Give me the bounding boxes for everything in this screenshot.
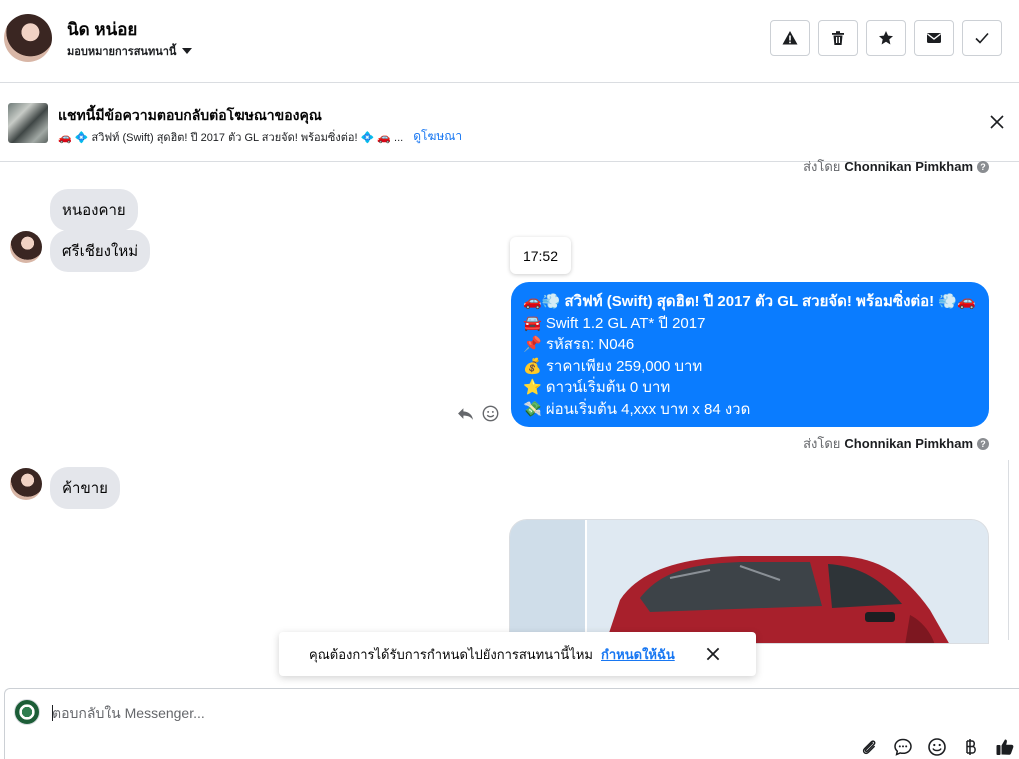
composer-tools bbox=[859, 737, 1015, 757]
sent-by-name: Chonnikan Pimkham bbox=[844, 436, 973, 451]
ad-banner-title: แชทนี้มีข้อความตอบกลับต่อโฆษณาของคุณ bbox=[58, 107, 322, 123]
car-photo bbox=[510, 520, 988, 643]
star-button[interactable] bbox=[866, 20, 906, 56]
paperclip-icon[interactable] bbox=[859, 737, 879, 757]
message-line: 🚘 Swift 1.2 GL AT* ปี 2017 bbox=[523, 314, 706, 332]
message-actions bbox=[457, 405, 499, 422]
incoming-message[interactable]: ค้าขาย bbox=[50, 467, 120, 509]
star-icon bbox=[879, 31, 893, 45]
sent-by-name: Chonnikan Pimkham bbox=[844, 159, 973, 174]
assign-label: มอบหมายการสนทนานี้ bbox=[67, 46, 177, 58]
message-line: 💸 ผ่อนเริ่มต้น 4,xxx บาท x 84 งวด bbox=[523, 400, 751, 418]
assign-to-me-link[interactable]: กำหนดให้ฉัน bbox=[601, 644, 675, 665]
incoming-message[interactable]: ศรีเชียงใหม่ bbox=[50, 230, 151, 272]
close-icon[interactable] bbox=[704, 645, 722, 663]
message-line: 📌 รหัสรถ: N046 bbox=[523, 336, 635, 353]
outgoing-image-message[interactable] bbox=[509, 519, 989, 644]
baht-icon[interactable] bbox=[961, 737, 981, 757]
help-icon[interactable]: ? bbox=[977, 437, 989, 450]
warning-icon bbox=[782, 31, 798, 45]
reply-icon[interactable] bbox=[457, 405, 474, 422]
emoji-reaction-icon[interactable] bbox=[482, 405, 499, 422]
reply-input[interactable] bbox=[52, 702, 952, 724]
ad-snippet-row: 🚗 💠 สวิฟท์ (Swift) สุดฮิต! ปี 2017 ตัว G… bbox=[58, 127, 462, 146]
header-actions bbox=[770, 20, 1002, 56]
mark-unread-button[interactable] bbox=[914, 20, 954, 56]
assign-prompt-toast: คุณต้องการได้รับการกำหนดไปยังการสนทนานี้… bbox=[279, 632, 756, 676]
contact-name[interactable]: นิด หน่อย bbox=[67, 16, 137, 43]
conversation-header: นิด หน่อย มอบหมายการสนทนานี้ bbox=[0, 0, 1019, 83]
incoming-message[interactable]: หนองคาย bbox=[50, 189, 138, 231]
mark-done-button[interactable] bbox=[962, 20, 1002, 56]
chat-bubble-icon[interactable] bbox=[893, 737, 913, 757]
message-line: 💰 ราคาเพียง 259,000 บาท bbox=[523, 357, 703, 375]
close-banner-button[interactable] bbox=[987, 112, 1007, 132]
sent-by-prefix: ส่งโดย bbox=[803, 436, 841, 451]
text-cursor bbox=[52, 705, 53, 721]
envelope-icon bbox=[927, 33, 941, 43]
check-icon bbox=[975, 32, 989, 44]
help-icon[interactable]: ? bbox=[977, 160, 989, 173]
sent-by-prefix: ส่งโดย bbox=[803, 159, 841, 174]
side-panel-edge bbox=[1008, 460, 1019, 640]
close-icon bbox=[990, 115, 1004, 129]
reply-composer bbox=[4, 688, 1019, 759]
timestamp-tooltip: 17:52 bbox=[510, 237, 571, 274]
ad-reply-banner: แชทนี้มีข้อความตอบกลับต่อโฆษณาของคุณ 🚗 💠… bbox=[0, 84, 1019, 162]
emoji-icon[interactable] bbox=[927, 737, 947, 757]
outgoing-message[interactable]: 🚗💨 สวิฟท์ (Swift) สุดฮิต! ปี 2017 ตัว GL… bbox=[511, 282, 989, 427]
page-avatar bbox=[14, 699, 40, 725]
trash-icon bbox=[832, 31, 844, 45]
delete-button[interactable] bbox=[818, 20, 858, 56]
assign-conversation-dropdown[interactable]: มอบหมายการสนทนานี้ bbox=[67, 42, 193, 60]
caret-down-icon bbox=[182, 48, 193, 54]
sent-by-label: ส่งโดย Chonnikan Pimkham ? bbox=[803, 433, 989, 454]
message-line: 🚗💨 สวิฟท์ (Swift) สุดฮิต! ปี 2017 ตัว GL… bbox=[523, 293, 976, 310]
ad-snippet: 🚗 💠 สวิฟท์ (Swift) สุดฮิต! ปี 2017 ตัว G… bbox=[58, 131, 404, 144]
contact-avatar-small[interactable] bbox=[10, 231, 42, 263]
contact-avatar-small[interactable] bbox=[10, 468, 42, 500]
view-ad-link[interactable]: ดูโฆษณา bbox=[413, 127, 462, 146]
ad-thumbnail[interactable] bbox=[8, 103, 48, 143]
message-line: ⭐ ดาวน์เริ่มต้น 0 บาท bbox=[523, 379, 671, 396]
sent-by-label: ส่งโดย Chonnikan Pimkham ? bbox=[803, 156, 989, 177]
thumbs-up-icon[interactable] bbox=[995, 737, 1015, 757]
toast-text: คุณต้องการได้รับการกำหนดไปยังการสนทนานี้… bbox=[309, 646, 593, 662]
contact-avatar[interactable] bbox=[4, 14, 52, 62]
report-spam-button[interactable] bbox=[770, 20, 810, 56]
